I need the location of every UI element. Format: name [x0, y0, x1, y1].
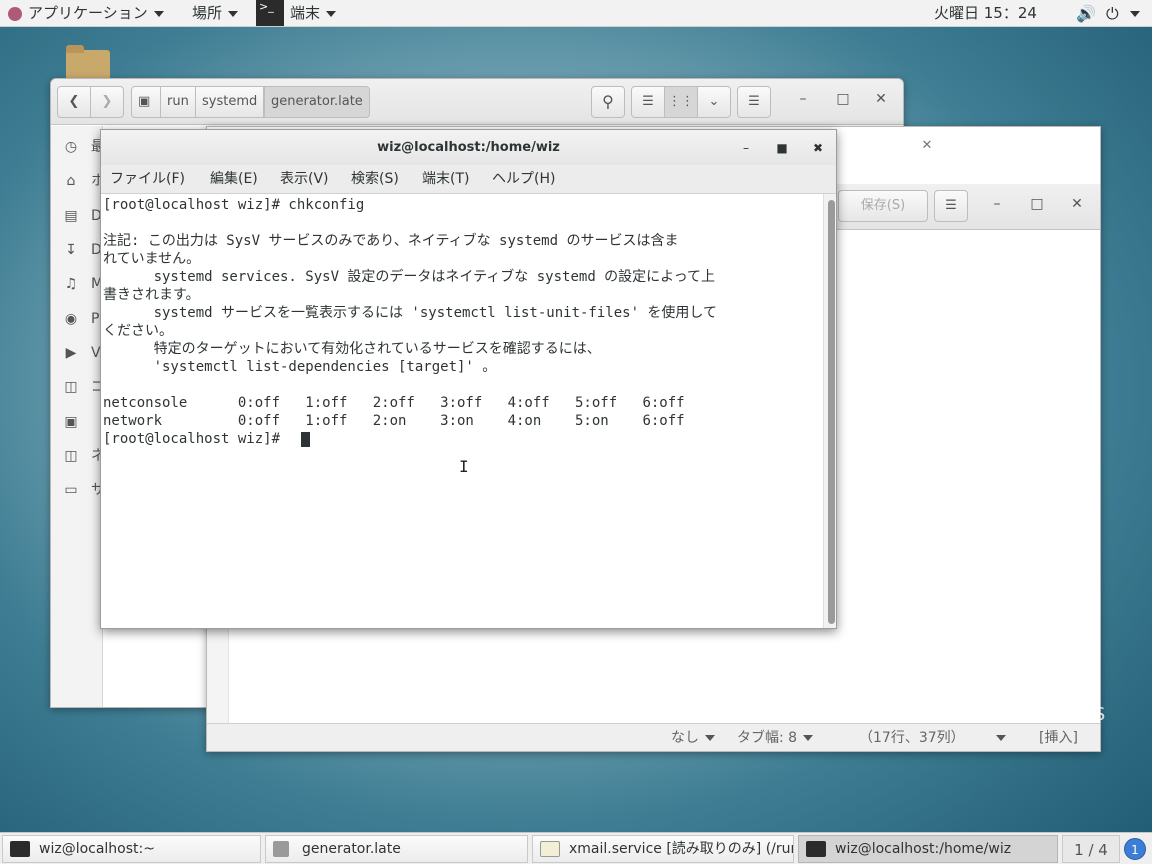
sidebar-item-pictures[interactable]: P — [91, 311, 99, 327]
power-icon[interactable]: ⏻ — [1106, 0, 1119, 27]
back-button[interactable]: ❮ — [57, 86, 91, 118]
close-icon[interactable]: ✕ — [1067, 196, 1087, 216]
top-panel: アプリケーション 場所 >_ 端末 火曜日 15：24 🔊 ⏻ — [0, 0, 1152, 27]
maximize-icon[interactable]: □ — [1027, 196, 1047, 216]
terminal-title: wiz@localhost:/home/wiz — [101, 130, 836, 165]
mouse-ibeam-cursor: I — [459, 457, 469, 476]
path-segment-run[interactable]: run — [160, 86, 196, 118]
search-icon[interactable]: ⚲ — [591, 86, 625, 118]
scrollbar-thumb[interactable] — [828, 200, 835, 624]
workspace-switcher[interactable]: 1 / 4 — [1062, 835, 1120, 863]
volume-icon[interactable]: 🔊 — [1076, 0, 1096, 27]
insert-mode[interactable]: [挿入] — [1039, 724, 1078, 751]
network-icon[interactable]: ◫ — [63, 448, 79, 464]
window-list-taskbar: wiz@localhost:~ generator.late xmail.ser… — [0, 832, 1152, 864]
close-icon[interactable]: ✕ — [871, 91, 891, 111]
path-segment-systemd[interactable]: systemd — [195, 86, 265, 118]
system-menu-arrow[interactable] — [1124, 0, 1140, 27]
applications-menu[interactable]: アプリケーション — [8, 0, 164, 27]
downloads-icon[interactable]: ↧ — [63, 242, 79, 258]
menu-view[interactable]: 表示(V) — [280, 165, 329, 194]
terminal-line: れていません。 — [103, 251, 201, 267]
terminal-line: [root@localhost wiz]# chkconfig — [103, 197, 365, 213]
task-terminal-active[interactable]: wiz@localhost:/home/wiz — [798, 835, 1058, 863]
task-file-manager[interactable]: generator.late — [265, 835, 528, 863]
terminal-icon — [10, 841, 30, 857]
places-menu[interactable]: 場所 — [192, 0, 239, 27]
terminal-menubar: ファイル(F) 編集(E) 表示(V) 検索(S) 端末(T) ヘルプ(H) — [101, 165, 836, 194]
terminal-line: 'systemctl list-dependencies [target]' 。 — [103, 359, 497, 375]
documents-icon[interactable]: ▤ — [63, 208, 79, 224]
music-icon[interactable]: ♫ — [63, 276, 79, 292]
videos-icon[interactable]: ▶ — [63, 345, 79, 361]
terminal-line: network 0:off 1:off 2:on 3:on 4:on 5:on … — [103, 413, 685, 429]
server-icon[interactable]: ▭ — [63, 482, 79, 498]
close-icon[interactable]: ✖ — [808, 138, 828, 158]
maximize-icon[interactable]: □ — [833, 91, 853, 111]
position-dropdown[interactable] — [990, 724, 1006, 751]
terminal-line: 特定のターゲットにおいて有効化されているサービスを確認するには、 — [103, 341, 601, 357]
menu-edit[interactable]: 編集(E) — [210, 165, 258, 194]
text-editor-icon — [540, 841, 560, 857]
home-icon[interactable]: ⌂ — [63, 173, 79, 189]
drive-icon[interactable]: ▣ — [63, 414, 79, 430]
terminal-line: netconsole 0:off 1:off 2:off 3:off 4:off… — [103, 395, 685, 411]
pictures-icon[interactable]: ◉ — [63, 311, 79, 327]
terminal-window: wiz@localhost:/home/wiz – ■ ✖ ファイル(F) 編集… — [100, 129, 837, 629]
chevron-down-icon — [326, 10, 337, 17]
file-manager-header: ❮ ❯ ▣ run systemd generator.late ⚲ ☰ ⋮⋮ … — [51, 79, 903, 125]
terminal-line: ください。 — [103, 323, 173, 339]
save-button[interactable]: 保存(S) — [838, 190, 928, 222]
app-menu[interactable]: 端末 — [290, 0, 337, 27]
recent-icon[interactable]: ◷ — [63, 139, 79, 155]
notification-badge[interactable]: 1 — [1124, 838, 1146, 860]
tab-width-selector[interactable]: タブ幅: 8 — [737, 724, 814, 751]
chevron-down-icon — [803, 735, 814, 741]
minimize-icon[interactable]: – — [736, 138, 756, 158]
chevron-down-icon — [705, 735, 715, 741]
trash-icon[interactable]: ◫ — [63, 379, 79, 395]
terminal-line: 書きされます。 — [103, 287, 200, 303]
terminal-scrollbar[interactable] — [823, 194, 836, 628]
terminal-icon: >_ — [256, 0, 284, 26]
clock[interactable]: 火曜日 15：24 — [934, 0, 1037, 27]
menu-file[interactable]: ファイル(F) — [110, 165, 185, 194]
menu-icon[interactable]: ☰ — [737, 86, 771, 118]
language-selector[interactable]: なし — [671, 724, 715, 751]
terminal-output[interactable]: [root@localhost wiz]# chkconfig 注記: この出力… — [101, 194, 823, 628]
task-text-editor[interactable]: xmail.service [読み取りのみ] (/run… — [532, 835, 794, 863]
view-options-chevron-icon[interactable]: ⌄ — [697, 86, 731, 118]
terminal-line: systemd services. SysV 設定のデータはネイティブな sys… — [103, 269, 716, 285]
path-segment-generator-late[interactable]: generator.late — [264, 86, 370, 118]
text-cursor — [301, 432, 310, 447]
menu-search[interactable]: 検索(S) — [351, 165, 399, 194]
menu-icon[interactable]: ☰ — [934, 190, 968, 222]
terminal-prompt-line: [root@localhost wiz]# — [103, 431, 289, 447]
chevron-down-icon — [228, 10, 239, 17]
status-bar: なし タブ幅: 8 （17行、37列） [挿入] — [207, 723, 1100, 751]
places-sidebar: ◷ 最 ⌂ ホ ▤ D ↧ D ♫ M ◉ P ▶ V ◫ ゴ ▣ ◫ ネ ▭ サ — [51, 126, 105, 707]
file-cabinet-icon — [273, 841, 289, 857]
minimize-icon[interactable]: – — [987, 196, 1007, 216]
terminal-line: 注記: この出力は SysV サービスのみであり、ネイティブな systemd … — [103, 233, 679, 249]
chevron-down-icon — [996, 735, 1006, 741]
desktop-watermark: O S — [1068, 704, 1109, 725]
chevron-down-icon — [1130, 10, 1140, 17]
gnome-foot-icon — [8, 6, 22, 21]
minimize-icon[interactable]: – — [793, 91, 813, 111]
close-icon[interactable]: ✕ — [915, 134, 939, 158]
cursor-position[interactable]: （17行、37列） — [859, 724, 965, 751]
menu-help[interactable]: ヘルプ(H) — [492, 165, 555, 194]
grid-view-icon[interactable]: ⋮⋮ — [664, 86, 698, 118]
list-view-icon[interactable]: ☰ — [631, 86, 665, 118]
menu-terminal[interactable]: 端末(T) — [422, 165, 469, 194]
forward-button[interactable]: ❯ — [90, 86, 124, 118]
terminal-line: systemd サービスを一覧表示するには 'systemctl list-un… — [103, 305, 718, 321]
drive-icon[interactable]: ▣ — [131, 86, 161, 118]
task-terminal-home[interactable]: wiz@localhost:~ — [2, 835, 261, 863]
terminal-icon — [806, 841, 826, 857]
chevron-down-icon — [153, 10, 164, 17]
maximize-icon[interactable]: ■ — [772, 138, 792, 158]
